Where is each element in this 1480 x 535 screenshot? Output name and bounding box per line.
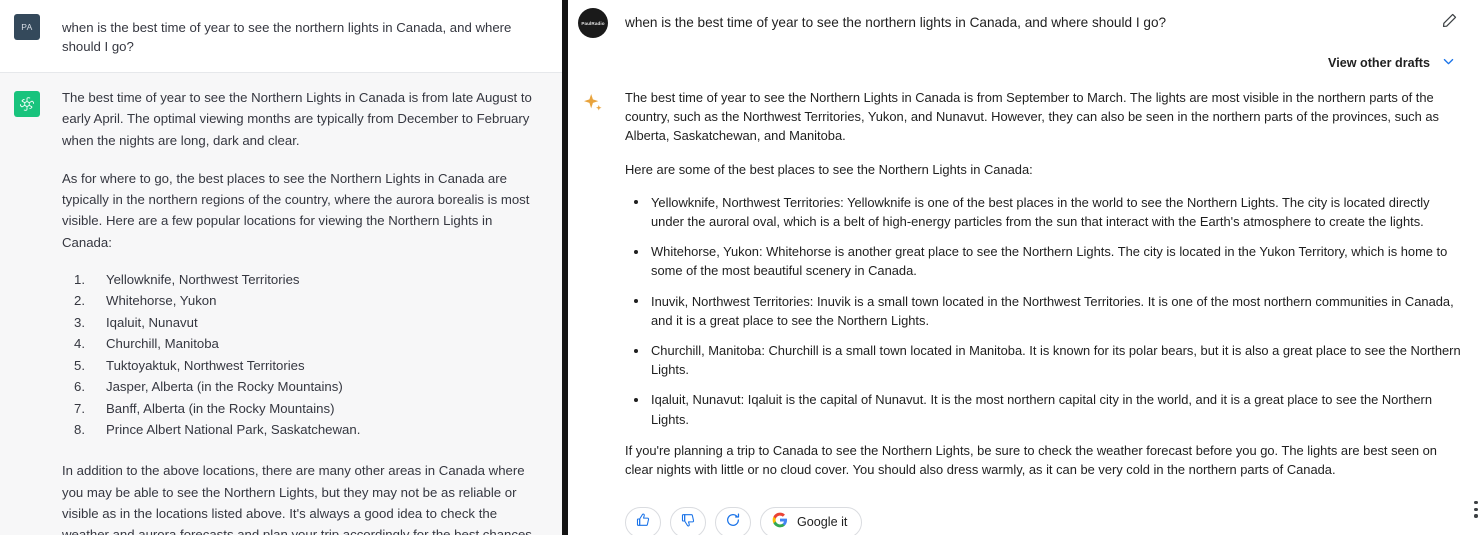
kebab-dot [1474,514,1478,518]
refresh-icon [725,512,741,533]
chatgpt-answer-body: The best time of year to see the Norther… [62,87,544,535]
chatgpt-logo-icon [14,91,40,117]
bard-answer-body: The best time of year to see the Norther… [625,88,1478,535]
thumbs-up-icon [635,512,651,533]
list-item: Jasper, Alberta (in the Rocky Mountains) [74,376,343,398]
list-item: Yellowknife, Northwest Territories: Yell… [625,193,1464,231]
sparkle-icon [578,92,608,122]
list-item: Banff, Alberta (in the Rocky Mountains) [74,398,335,420]
kebab-dot [1474,500,1478,505]
bard-paragraph-3: If you're planning a trip to Canada to s… [625,442,1437,478]
chatgpt-prompt-text: when is the best time of year to see the… [62,20,512,54]
comparison-screen: PA when is the best time of year to see … [0,0,1480,535]
chatgpt-answer-row: The best time of year to see the Norther… [0,73,562,535]
chatgpt-paragraph-1: The best time of year to see the Norther… [62,90,532,148]
bard-paragraph-1: The best time of year to see the Norther… [625,90,1439,144]
chatgpt-paragraph-2: As for where to go, the best places to s… [62,170,530,250]
bard-location-list: Yellowknife, Northwest Territories: Yell… [625,193,1464,429]
list-item: Whitehorse, Yukon: Whitehorse is another… [625,242,1464,280]
kebab-menu-icon[interactable] [1462,495,1480,523]
google-it-label: Google it [797,515,848,530]
google-g-icon [772,512,788,534]
bard-answer-row: The best time of year to see the Norther… [568,82,1480,535]
edit-prompt-button[interactable] [1434,8,1464,38]
kebab-dot [1474,507,1478,511]
thumbs-down-button[interactable] [670,507,706,535]
chatgpt-prompt-row: PA when is the best time of year to see … [0,0,562,73]
user-avatar: PaulRadio [578,8,608,38]
chevron-down-icon [1441,54,1456,72]
chatgpt-paragraph-3: In addition to the above locations, ther… [62,463,532,535]
google-it-button[interactable]: Google it [760,507,863,535]
user-avatar-label: PaulRadio [581,20,605,26]
drafts-row: View other drafts [568,46,1480,82]
thumbs-up-button[interactable] [625,507,661,535]
bard-paragraph-2: Here are some of the best places to see … [625,161,1033,177]
view-other-drafts-button[interactable]: View other drafts [1322,50,1462,76]
view-other-drafts-label: View other drafts [1328,56,1430,70]
list-item: Prince Albert National Park, Saskatchewa… [74,419,361,441]
list-item: Whitehorse, Yukon [74,290,217,312]
regenerate-button[interactable] [715,507,751,535]
bard-prompt-row: PaulRadio when is the best time of year … [568,0,1480,46]
thumbs-down-icon [680,512,696,533]
chatgpt-location-list: Yellowknife, Northwest Territories White… [62,269,544,441]
user-avatar: PA [14,14,40,40]
list-item: Inuvik, Northwest Territories: Inuvik is… [625,292,1464,330]
list-item: Tuktoyaktuk, Northwest Territories [74,355,305,377]
user-avatar-initials: PA [21,22,33,32]
list-item: Churchill, Manitoba: Churchill is a smal… [625,341,1464,379]
list-item: Iqaluit, Nunavut: Iqaluit is the capital… [625,390,1464,428]
bard-panel: PaulRadio when is the best time of year … [568,0,1480,535]
list-item: Churchill, Manitoba [74,333,219,355]
chatgpt-panel: PA when is the best time of year to see … [0,0,562,535]
bard-prompt-text: when is the best time of year to see the… [625,15,1167,30]
pencil-icon [1441,12,1458,34]
list-item: Yellowknife, Northwest Territories [74,269,300,291]
bard-actions-row: Google it [625,493,1478,535]
list-item: Iqaluit, Nunavut [74,312,198,334]
